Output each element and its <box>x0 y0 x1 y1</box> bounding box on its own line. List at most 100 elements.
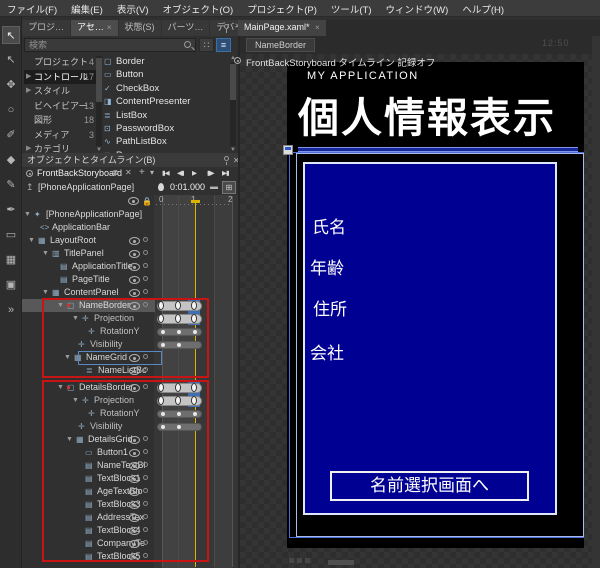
paint-bucket-tool[interactable]: ◆ <box>2 151 20 169</box>
close-storyboard-icon[interactable]: ⊗ <box>112 167 119 179</box>
panel-pin-icon[interactable] <box>224 24 229 29</box>
lock-dot-icon[interactable] <box>143 263 148 268</box>
timeline-ruler[interactable] <box>156 204 236 205</box>
expander-icon[interactable]: ▼ <box>28 234 35 247</box>
category-scrollbar[interactable] <box>96 56 102 146</box>
artboard-control[interactable] <box>297 558 302 563</box>
tree-row-PageTitle[interactable]: ▤PageTitle <box>22 273 240 286</box>
visibility-eye-icon[interactable] <box>129 289 140 297</box>
grid-view-button[interactable]: ∷ <box>199 38 214 52</box>
asset-item-Border[interactable]: ▢Border <box>104 55 230 68</box>
more-tools[interactable]: » <box>2 301 20 319</box>
asset-item-ContentPresenter[interactable]: ◨ContentPresenter <box>104 95 230 108</box>
visibility-eye-icon[interactable] <box>129 263 140 271</box>
navigate-button[interactable]: 名前選択画面へ <box>330 471 529 501</box>
layout-grid-tool[interactable]: ▦ <box>2 251 20 269</box>
element-adorner-icon[interactable] <box>283 145 293 155</box>
artboard-control[interactable] <box>289 558 294 563</box>
text-control-tool[interactable]: ▣ <box>2 276 20 294</box>
new-storyboard-icon[interactable]: + <box>139 167 145 179</box>
asset-item-ListBox[interactable]: ≣ListBox <box>104 109 230 122</box>
scope-label[interactable]: [PhoneApplicationPage] <box>38 181 134 194</box>
visibility-eye-icon[interactable] <box>129 237 140 245</box>
horizontal-scrollbar-thumb[interactable] <box>328 560 354 565</box>
eyedropper-tool[interactable]: ✐ <box>2 126 20 144</box>
category-プロジェクト[interactable]: プロジェクト4 <box>24 55 96 70</box>
visibility-eye-icon[interactable] <box>129 276 140 284</box>
asset-item-PasswordBox[interactable]: ⊡PasswordBox <box>104 122 230 135</box>
artboard-scrollbar[interactable] <box>592 36 600 568</box>
keyframe-egg-icon[interactable] <box>158 183 164 191</box>
breadcrumb-nameborder[interactable]: NameBorder <box>246 38 315 52</box>
menu-item-ヘルプ(H)[interactable]: ヘルプ(H) <box>455 3 511 19</box>
tree-row-PhoneApplicationPage[interactable]: ▼✦[PhoneApplicationPage] <box>22 208 240 221</box>
page-title-text[interactable]: 個人情報表示 <box>298 84 584 144</box>
pin-icon[interactable] <box>224 156 229 161</box>
search-icon <box>184 41 191 48</box>
storyboard-name[interactable]: FrontBackStoryboard <box>37 167 122 180</box>
asset-item-Button[interactable]: ▭Button <box>104 68 230 81</box>
close-icon[interactable]: × <box>107 23 112 32</box>
lock-dot-icon[interactable] <box>143 250 148 255</box>
search-input[interactable]: 検索 <box>24 38 196 52</box>
category-メディア[interactable]: メディア3 <box>24 128 96 143</box>
category-カテゴリ[interactable]: ▶カテゴリ <box>24 142 96 153</box>
go-last-icon[interactable]: ▶▮ <box>222 167 229 180</box>
playhead-time[interactable]: 0:01.000 <box>170 181 205 194</box>
tab-状態(S)[interactable]: 状態(S) <box>119 20 161 36</box>
menu-item-オブジェクト(O)[interactable]: オブジェクト(O) <box>155 3 240 19</box>
document-tab[interactable]: MainPage.xaml* × <box>238 20 326 36</box>
field-label-会社[interactable]: 会社 <box>310 339 344 364</box>
prev-frame-icon[interactable]: ◀▮ <box>177 167 184 180</box>
asset-item-PathListBox[interactable]: ∿PathListBox <box>104 135 230 148</box>
rectangle-tool[interactable]: ▭ <box>2 226 20 244</box>
pan-tool[interactable]: ✥ <box>2 76 20 94</box>
menu-item-ウィンドウ(W)[interactable]: ウィンドウ(W) <box>379 3 456 19</box>
tab-アセ…[interactable]: アセ…× <box>71 20 118 36</box>
lock-dot-icon[interactable] <box>143 289 148 294</box>
tab-パーツ…[interactable]: パーツ… <box>162 20 210 36</box>
storyboard-menu-icon[interactable]: ▾ <box>150 167 154 179</box>
menu-item-ツール(T)[interactable]: ツール(T) <box>324 3 379 19</box>
list-view-button[interactable]: ≡ <box>216 38 231 52</box>
field-label-年齢[interactable]: 年齢 <box>310 254 344 279</box>
visibility-eye-icon[interactable] <box>129 250 140 258</box>
tree-row-LayoutRoot[interactable]: ▼▦LayoutRoot <box>22 234 240 247</box>
direct-selection-tool[interactable]: ↖ <box>2 51 20 69</box>
pencil-tool[interactable]: ✎ <box>2 176 20 194</box>
expander-icon[interactable]: ▼ <box>42 247 49 260</box>
playhead-handle[interactable] <box>191 200 200 203</box>
pen-tool[interactable]: ✒ <box>2 201 20 219</box>
expander-icon[interactable]: ▼ <box>24 208 31 221</box>
play-icon[interactable]: ▶ <box>192 167 196 180</box>
go-first-icon[interactable]: ▮◀ <box>162 167 169 180</box>
menu-item-編集(E)[interactable]: 編集(E) <box>64 3 110 19</box>
timeline-zoom-fit-icon[interactable]: ⊞ <box>222 181 236 194</box>
asset-scrollbar[interactable] <box>230 62 236 146</box>
app-title-text[interactable]: MY APPLICATION <box>307 70 419 82</box>
delete-storyboard-icon[interactable]: ✕ <box>125 167 132 179</box>
lock-dot-icon[interactable] <box>143 237 148 242</box>
field-label-住所[interactable]: 住所 <box>313 295 347 320</box>
category-スタイル[interactable]: ▶スタイル <box>24 84 96 99</box>
tree-row-TitlePanel[interactable]: ▼▥TitlePanel <box>22 247 240 260</box>
lock-dot-icon[interactable] <box>143 276 148 281</box>
next-frame-icon[interactable]: ▮▶ <box>207 167 214 180</box>
tree-row-ApplicationBar[interactable]: <>ApplicationBar <box>22 221 240 234</box>
category-コントロール[interactable]: ▶コントロール17 <box>24 70 96 85</box>
artboard-control[interactable] <box>305 558 310 563</box>
menu-item-プロジェクト(P)[interactable]: プロジェクト(P) <box>240 3 324 19</box>
tab-プロジ…[interactable]: プロジ… <box>22 20 70 36</box>
selection-tool[interactable]: ↖ <box>2 26 20 44</box>
asset-item-CheckBox[interactable]: ✓CheckBox <box>104 82 230 95</box>
field-label-氏名[interactable]: 氏名 <box>312 213 346 238</box>
category-ビヘイビアー[interactable]: ビヘイビアー13 <box>24 99 96 114</box>
snap-icon[interactable]: ▬ <box>210 181 218 193</box>
category-図形[interactable]: 図形18 <box>24 113 96 128</box>
scope-up-icon[interactable]: ↥ <box>26 181 34 194</box>
collapsed-detailsborder[interactable] <box>298 147 578 152</box>
zoom-tool[interactable]: ○ <box>2 101 20 119</box>
close-icon[interactable]: × <box>315 23 320 32</box>
tree-row-ApplicationTitle[interactable]: ▤ApplicationTitle <box>22 260 240 273</box>
menu-item-表示(V)[interactable]: 表示(V) <box>110 3 156 19</box>
